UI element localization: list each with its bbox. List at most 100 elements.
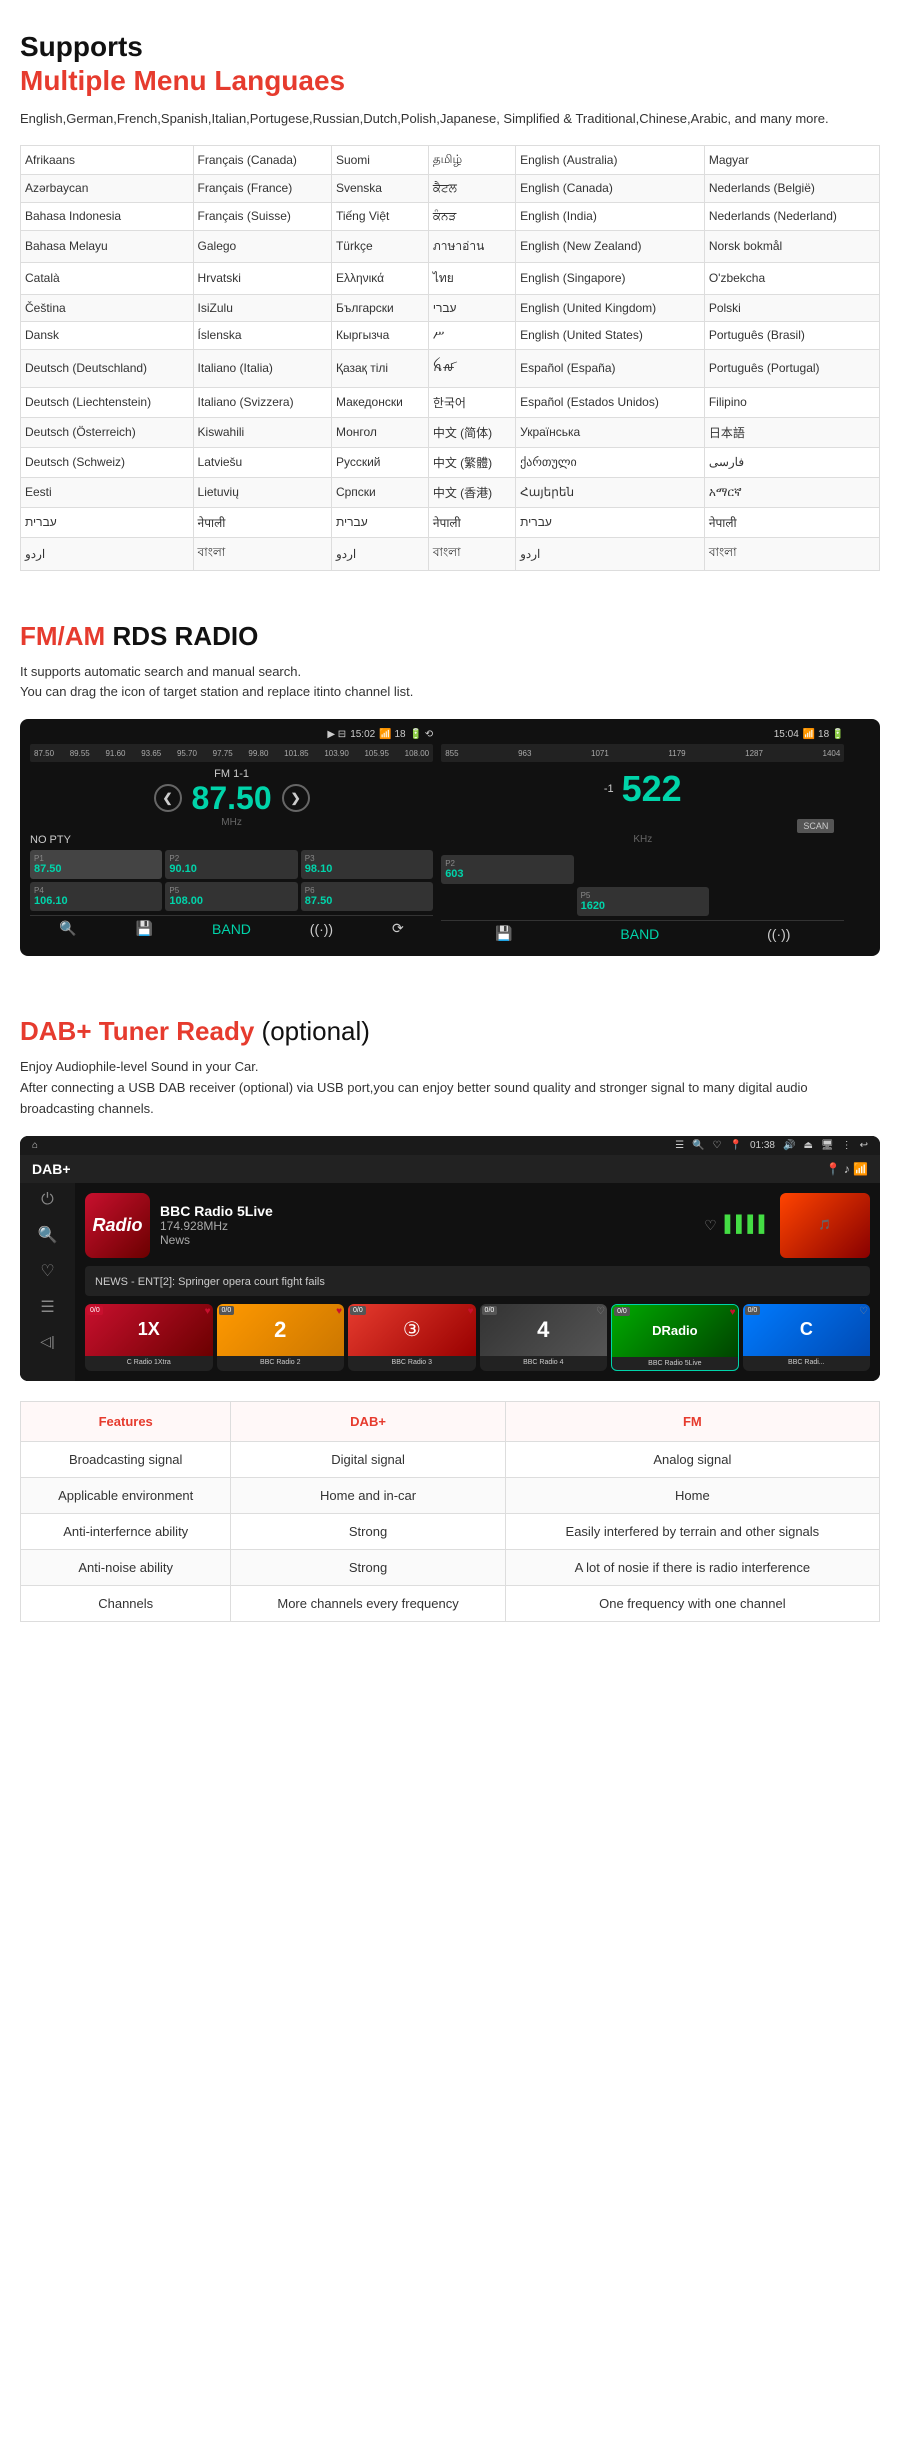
lang-cell: 日本語	[704, 417, 879, 447]
lang-cell: नेपाली	[428, 507, 515, 537]
fm-prev-button[interactable]: ❮	[154, 784, 182, 812]
am-band-icon[interactable]: BAND	[620, 926, 659, 942]
fmam-title-red: FM/AM	[20, 621, 105, 651]
dab-app-title: DAB+	[32, 1161, 71, 1177]
comparison-dab-value: Home and in-car	[231, 1477, 505, 1513]
lang-cell: Norsk bokmål	[704, 230, 879, 262]
lang-cell: English (United Kingdom)	[516, 294, 705, 321]
lang-cell: English (Singapore)	[516, 262, 705, 294]
lang-cell: Հայերեն	[516, 477, 705, 507]
fm-preset-3[interactable]: P3 98.10	[301, 850, 433, 879]
dab-ch3-name: BBC Radio 3	[348, 1356, 476, 1369]
fm-preset-5[interactable]: P5 108.00	[165, 882, 297, 911]
dab-station-name: BBC Radio 5Live	[160, 1203, 694, 1219]
dab-power-icon[interactable]: ⏻	[41, 1191, 54, 1209]
lang-cell: ქართული	[516, 447, 705, 477]
dab-menu-icon: ☰	[675, 1140, 684, 1151]
dab-screen-icon: 🖥	[821, 1140, 834, 1151]
dab-signal-icon: 📍	[730, 1140, 742, 1151]
comparison-table-wrapper: Features DAB+ FM Broadcasting signalDigi…	[20, 1401, 880, 1622]
dab-heart2-icon[interactable]: ♡	[40, 1261, 54, 1281]
comparison-feature: Broadcasting signal	[21, 1441, 231, 1477]
dab-channel-6[interactable]: 0/0 ♡ C BBC Radi...	[743, 1304, 870, 1371]
dab-search-icon[interactable]: 🔍	[692, 1140, 704, 1151]
comparison-fm-value: Home	[505, 1477, 879, 1513]
dab-channel-5[interactable]: 0/0 ♥ DRadio BBC Radio 5Live	[611, 1304, 739, 1371]
dab-channel-2[interactable]: 0/0 ♥ 2 BBC Radio 2	[217, 1304, 345, 1371]
lang-cell: Hrvatski	[193, 262, 331, 294]
lang-cell: 中文 (简体)	[428, 417, 515, 447]
lang-cell: ਕੰਨੜ	[428, 202, 515, 230]
am-bottom-bar: 💾 BAND ((·))	[441, 920, 844, 946]
lang-cell: Català	[21, 262, 194, 294]
dab-channel-4[interactable]: 0/0 ♡ 4 BBC Radio 4	[480, 1304, 608, 1371]
lang-cell: English (Australia)	[516, 145, 705, 174]
fmam-description: It supports automatic search and manual …	[20, 662, 880, 704]
dab-main-area: ⏻ 🔍 ♡ ☰ ◁| Radio BBC Radio 5Live 174.928…	[20, 1183, 880, 1381]
lang-cell: Español (Estados Unidos)	[516, 387, 705, 417]
lang-cell: اردو	[516, 537, 705, 570]
am-preset-5[interactable]: P5 1620	[577, 887, 709, 916]
dab-more-icon[interactable]: ⋮	[842, 1140, 852, 1151]
lang-cell: Latviešu	[193, 447, 331, 477]
lang-cell: עברית	[21, 507, 194, 537]
fm-signal-icon: 📶 18	[379, 729, 405, 740]
dab-status-bar: ⌂ ☰ 🔍 ♡ 📍 01:38 🔊 ⏏ 🖥 ⋮ ↩	[20, 1136, 880, 1155]
fm-preset-1[interactable]: P1 87.50	[30, 850, 162, 879]
comparison-row: Applicable environmentHome and in-carHom…	[21, 1477, 880, 1513]
lang-cell: اردو	[21, 537, 194, 570]
lang-cell: Suomi	[331, 145, 428, 174]
lang-cell: Français (Canada)	[193, 145, 331, 174]
lang-cell: 中文 (香港)	[428, 477, 515, 507]
fmam-section: FM/AM RDS RADIO It supports automatic se…	[0, 591, 900, 987]
fm-preset-6[interactable]: P6 87.50	[301, 882, 433, 911]
am-scan-button[interactable]: SCAN	[797, 819, 834, 833]
dab-station-row: Radio BBC Radio 5Live 174.928MHz News ♡ …	[85, 1193, 870, 1258]
fm-next-button[interactable]: ❯	[282, 784, 310, 812]
fm-save-icon[interactable]: 💾	[136, 920, 153, 937]
fm-preset-4[interactable]: P4 106.10	[30, 882, 162, 911]
am-preset-2[interactable]: P2 603	[441, 855, 573, 884]
fm-repeat-icon[interactable]: ⟳	[392, 920, 404, 937]
comparison-feature: Applicable environment	[21, 1477, 231, 1513]
dab-home-icon: ⌂	[32, 1140, 38, 1151]
dab-fav-icon[interactable]: ♡	[704, 1217, 717, 1234]
fm-wifi-icon[interactable]: ((·))	[310, 921, 333, 937]
lang-cell: עברית	[331, 507, 428, 537]
lang-cell: Deutsch (Deutschland)	[21, 349, 194, 387]
dab-ch2-name: BBC Radio 2	[217, 1356, 345, 1369]
dab-top-icons: 📍 ♪ 📶	[825, 1162, 868, 1176]
dab-search2-icon[interactable]: 🔍	[38, 1225, 58, 1245]
comparison-fm-value: Analog signal	[505, 1441, 879, 1477]
dab-back-icon[interactable]: ↩	[860, 1140, 868, 1151]
dab-content-area: Radio BBC Radio 5Live 174.928MHz News ♡ …	[75, 1183, 880, 1381]
comparison-dab-value: Strong	[231, 1513, 505, 1549]
dab-channel-3[interactable]: 0/0 ♥ ③ BBC Radio 3	[348, 1304, 476, 1371]
dab-station-logo: Radio	[85, 1193, 150, 1258]
fm-band-label: FM 1-1	[192, 768, 272, 780]
fm-unit: MHz	[192, 817, 272, 828]
fm-preset-2[interactable]: P2 90.10	[165, 850, 297, 879]
dab-vol-ctrl-icon[interactable]: ◁|	[40, 1333, 54, 1350]
fm-search-icon[interactable]: 🔍	[59, 920, 76, 937]
lang-cell: English (India)	[516, 202, 705, 230]
fm-band-icon[interactable]: BAND	[212, 921, 251, 937]
lang-cell: Eesti	[21, 477, 194, 507]
lang-cell: English (United States)	[516, 321, 705, 349]
dab-list-icon[interactable]: ☰	[40, 1297, 54, 1317]
dab-heart-icon[interactable]: ♡	[713, 1140, 722, 1151]
dab-vol-icon: 🔊	[783, 1140, 795, 1151]
am-icons: 📶 18 🔋	[803, 729, 845, 740]
lang-cell: Polski	[704, 294, 879, 321]
am-band-indicator: -1	[604, 783, 614, 795]
dab-channel-1[interactable]: 0/0 ♥ 1X C Radio 1Xtra	[85, 1304, 213, 1371]
col-features: Features	[21, 1401, 231, 1441]
comparison-feature: Anti-interfernce ability	[21, 1513, 231, 1549]
comparison-fm-value: Easily interfered by terrain and other s…	[505, 1513, 879, 1549]
fm-status-bar: ▶ ⊟ 15:02 📶 18 🔋 ⟲	[30, 729, 433, 740]
am-save-icon[interactable]: 💾	[495, 925, 512, 942]
fm-frequency-display: 87.50	[192, 780, 272, 817]
lang-cell: Azərbaycan	[21, 174, 194, 202]
lang-cell: Tiếng Việt	[331, 202, 428, 230]
am-wifi-icon[interactable]: ((·))	[767, 926, 790, 942]
